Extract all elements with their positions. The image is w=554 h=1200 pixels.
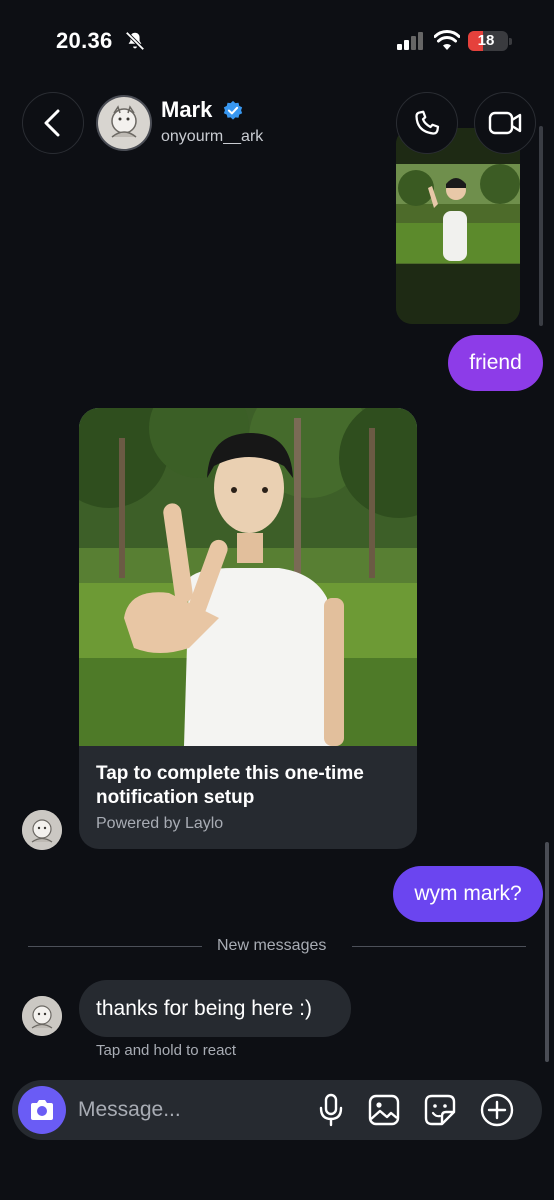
contact-avatar[interactable] bbox=[96, 95, 152, 151]
more-options-button[interactable] bbox=[480, 1093, 514, 1127]
sticker-icon bbox=[424, 1094, 456, 1126]
plus-icon bbox=[480, 1093, 514, 1127]
message-incoming[interactable]: thanks for being here :) bbox=[79, 980, 351, 1037]
call-button[interactable] bbox=[396, 92, 458, 154]
shared-photo-thumbnail[interactable] bbox=[396, 128, 520, 324]
scrollbar[interactable] bbox=[545, 842, 549, 1062]
sender-avatar[interactable] bbox=[22, 996, 62, 1036]
new-messages-label: New messages bbox=[217, 937, 327, 954]
react-hint: Tap and hold to react bbox=[96, 1042, 237, 1059]
video-call-button[interactable] bbox=[474, 92, 536, 154]
signal-icon bbox=[397, 32, 423, 50]
voice-message-button[interactable] bbox=[314, 1093, 348, 1127]
status-bar: 20.36 18 bbox=[0, 0, 554, 80]
message-outgoing[interactable]: wym mark? bbox=[393, 866, 543, 922]
contact-name[interactable]: Mark bbox=[161, 97, 212, 123]
camera-button[interactable] bbox=[18, 1086, 66, 1134]
mic-icon bbox=[319, 1093, 343, 1127]
video-icon bbox=[488, 111, 522, 135]
mute-icon bbox=[125, 31, 145, 51]
back-icon bbox=[44, 109, 60, 137]
gallery-icon bbox=[368, 1094, 400, 1126]
sender-avatar[interactable] bbox=[22, 810, 62, 850]
status-time: 20.36 bbox=[56, 28, 113, 53]
sticker-button[interactable] bbox=[423, 1093, 457, 1127]
verified-icon bbox=[223, 100, 243, 120]
scrollbar[interactable] bbox=[539, 126, 543, 326]
camera-icon bbox=[31, 1100, 53, 1120]
card-subtitle: Powered by Laylo bbox=[96, 815, 224, 832]
wifi-icon bbox=[434, 30, 460, 50]
battery-level: 18 bbox=[477, 32, 495, 49]
message-input[interactable] bbox=[78, 1094, 298, 1126]
message-composer bbox=[12, 1080, 542, 1140]
gallery-button[interactable] bbox=[367, 1093, 401, 1127]
phone-icon bbox=[415, 110, 440, 135]
back-button[interactable] bbox=[22, 92, 84, 154]
message-outgoing[interactable]: friend bbox=[448, 335, 543, 391]
contact-handle: onyourm__ark bbox=[161, 128, 264, 145]
card-photo bbox=[79, 408, 417, 746]
card-title: Tap to complete this one-time notificati… bbox=[96, 763, 364, 808]
battery-icon: 18 bbox=[468, 31, 512, 51]
divider-line bbox=[28, 946, 202, 947]
notification-setup-card[interactable]: Tap to complete this one-time notificati… bbox=[79, 408, 417, 849]
divider-line bbox=[352, 946, 526, 947]
